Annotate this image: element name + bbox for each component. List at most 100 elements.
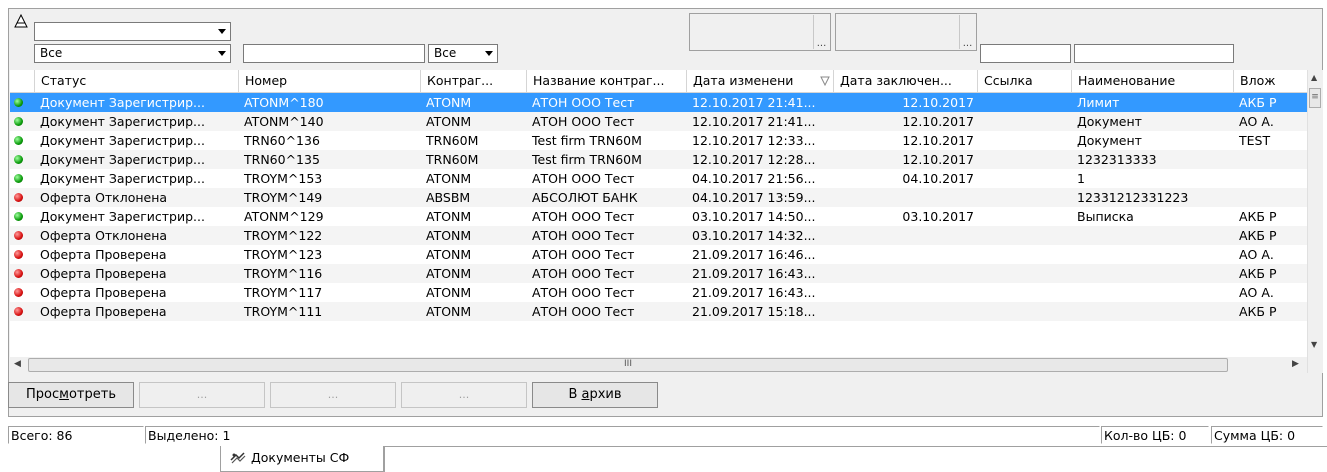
date-changed-picker-button[interactable]: ... [813, 15, 829, 49]
status-red-icon [14, 307, 23, 316]
cell-date-changed: 21.09.2017 16:43... [692, 285, 816, 300]
cell-attachment: АО А. [1239, 285, 1274, 300]
cell-contractor-name: АТОН ООО Тест [532, 247, 635, 262]
table-row[interactable]: Документ Зарегистрир... ATONM^140 ATONM АТО… [10, 112, 1307, 131]
cell-date-changed: 21.09.2017 16:46... [692, 247, 816, 262]
header-attachment[interactable]: Влож [1234, 70, 1307, 92]
cell-name: Документ [1077, 114, 1142, 129]
cell-name [1072, 283, 1234, 302]
header-link[interactable]: Ссылка [978, 70, 1072, 92]
cell-contractor: ATONM [426, 266, 472, 281]
blank-button-2[interactable]: ... [270, 382, 396, 408]
cell-date-concluded: 12.10.2017 [902, 114, 974, 129]
table-row[interactable]: Документ Зарегистрир... TRN60^135 TRN60M Te… [10, 150, 1307, 169]
vertical-scrollbar[interactable]: ▲ ≡ ▼ [1307, 70, 1323, 373]
date-concluded-filter[interactable]: ... [835, 13, 977, 51]
scroll-down-icon[interactable]: ▼ [1311, 340, 1317, 349]
scroll-right-icon[interactable]: ▶ [1292, 359, 1299, 369]
cell-status: Документ Зарегистрир... [40, 95, 205, 110]
horizontal-scrollbar[interactable]: ◀ III ▶ [10, 357, 1307, 374]
tab-documents-sf[interactable]: Документы СФ [220, 446, 384, 472]
name-filter-input[interactable] [1074, 44, 1234, 63]
cell-number: ATONM^140 [244, 114, 324, 129]
cell-date-changed: 21.09.2017 16:43... [692, 266, 816, 281]
cell-contractor: ATONM [426, 209, 472, 224]
number-filter-input[interactable] [243, 44, 425, 63]
cell-date-concluded: 12.10.2017 [902, 133, 974, 148]
blank-button-3[interactable]: ... [401, 382, 527, 408]
cell-date-concluded [834, 264, 978, 283]
cell-date-changed: 03.10.2017 14:32... [692, 228, 816, 243]
scroll-left-icon[interactable]: ◀ [14, 359, 21, 369]
cell-date-changed: 12.10.2017 21:41... [692, 114, 816, 129]
cell-number: TROYM^111 [244, 304, 323, 319]
chevron-down-icon[interactable] [214, 24, 229, 39]
top-filter-combo[interactable] [34, 22, 231, 41]
scroll-up-icon[interactable]: ▲ [1311, 73, 1317, 82]
cell-contractor: ATONM [426, 171, 472, 186]
cell-status: Оферта Проверена [40, 266, 167, 281]
archive-button[interactable]: В архив [532, 382, 658, 408]
cell-date-changed: 04.10.2017 21:56... [692, 171, 816, 186]
table-row[interactable]: Документ Зарегистрир... ATONM^180 ATONM АТО… [10, 93, 1307, 112]
documents-table[interactable]: Статус Номер Контраг... Название контраг… [10, 70, 1307, 357]
table-row[interactable]: Оферта Проверена TROYM^123 ATONM АТОН ООО Т… [10, 245, 1307, 264]
table-row[interactable]: Оферта Отклонена TROYM^122 ATONM АТОН ООО Т… [10, 226, 1307, 245]
header-indicator[interactable] [10, 70, 35, 92]
table-row[interactable]: Оферта Проверена TROYM^117 ATONM АТОН ООО Т… [10, 283, 1307, 302]
header-number[interactable]: Номер [239, 70, 421, 92]
status-filter-combo[interactable]: Все [34, 44, 231, 63]
status-red-icon [14, 193, 23, 202]
cell-contractor: ATONM [426, 228, 472, 243]
link-filter-input[interactable] [980, 44, 1071, 63]
table-row[interactable]: Оферта Отклонена TROYM^149 ABSBM АБСОЛЮТ БА… [10, 188, 1307, 207]
contractor-filter-combo[interactable]: Все [428, 44, 498, 63]
cell-status: Документ Зарегистрир... [40, 152, 205, 167]
cell-attachment: АКБ Р [1239, 209, 1277, 224]
cell-status: Оферта Проверена [40, 247, 167, 262]
header-status[interactable]: Статус [35, 70, 239, 92]
header-name[interactable]: Наименование [1072, 70, 1234, 92]
date-concluded-picker-button[interactable]: ... [959, 15, 975, 49]
contractor-filter-value: Все [434, 46, 457, 60]
blank-button-1[interactable]: ... [139, 382, 265, 408]
status-selected: Выделено: 1 [145, 426, 1100, 444]
chevron-down-icon[interactable] [214, 46, 229, 61]
header-contractor[interactable]: Контраг... [421, 70, 527, 92]
status-green-icon [14, 136, 23, 145]
cell-contractor-name: Test firm TRN60M [532, 133, 642, 148]
status-total: Всего: 86 [8, 426, 144, 444]
tab-strip-line [384, 446, 1327, 447]
header-date-concluded[interactable]: Дата заключен... [834, 70, 978, 92]
date-changed-filter[interactable]: ... [689, 13, 831, 51]
cell-date-changed: 21.09.2017 15:18... [692, 304, 816, 319]
cell-date-changed: 12.10.2017 12:28... [692, 152, 816, 167]
chevron-down-icon[interactable] [481, 46, 496, 61]
horizontal-scroll-thumb[interactable]: III [28, 358, 1228, 372]
header-date-changed[interactable]: Дата изменени [687, 70, 834, 92]
cell-number: TROYM^122 [244, 228, 323, 243]
cell-link [978, 283, 1072, 302]
cell-date-concluded [834, 226, 978, 245]
table-row[interactable]: Документ Зарегистрир... TRN60^136 TRN60M Te… [10, 131, 1307, 150]
cell-attachment [1234, 169, 1307, 188]
clear-filter-icon[interactable] [10, 10, 32, 32]
header-contractor-name[interactable]: Название контраг... [527, 70, 687, 92]
view-button[interactable]: Просмотреть [8, 382, 134, 408]
cell-contractor: ABSBM [426, 190, 471, 205]
cell-contractor-name: Test firm TRN60M [532, 152, 642, 167]
cell-link [978, 226, 1072, 245]
cell-link [978, 131, 1072, 150]
cell-name: 12331212331223 [1077, 190, 1189, 205]
table-row[interactable]: Оферта Проверена TROYM^116 ATONM АТОН ООО Т… [10, 264, 1307, 283]
cell-name: 1 [1077, 171, 1085, 186]
cell-contractor-name: АТОН ООО Тест [532, 209, 635, 224]
cell-number: ATONM^180 [244, 95, 324, 110]
vertical-scroll-thumb[interactable]: ≡ [1309, 88, 1321, 108]
cell-attachment: АКБ Р [1239, 304, 1277, 319]
cell-name: Документ [1077, 133, 1142, 148]
cell-status: Оферта Отклонена [40, 228, 168, 243]
table-row[interactable]: Документ Зарегистрир... TROYM^153 ATONM АТО… [10, 169, 1307, 188]
table-row[interactable]: Документ Зарегистрир... ATONM^129 ATONM АТО… [10, 207, 1307, 226]
table-row[interactable]: Оферта Проверена TROYM^111 ATONM АТОН ООО Т… [10, 302, 1307, 321]
